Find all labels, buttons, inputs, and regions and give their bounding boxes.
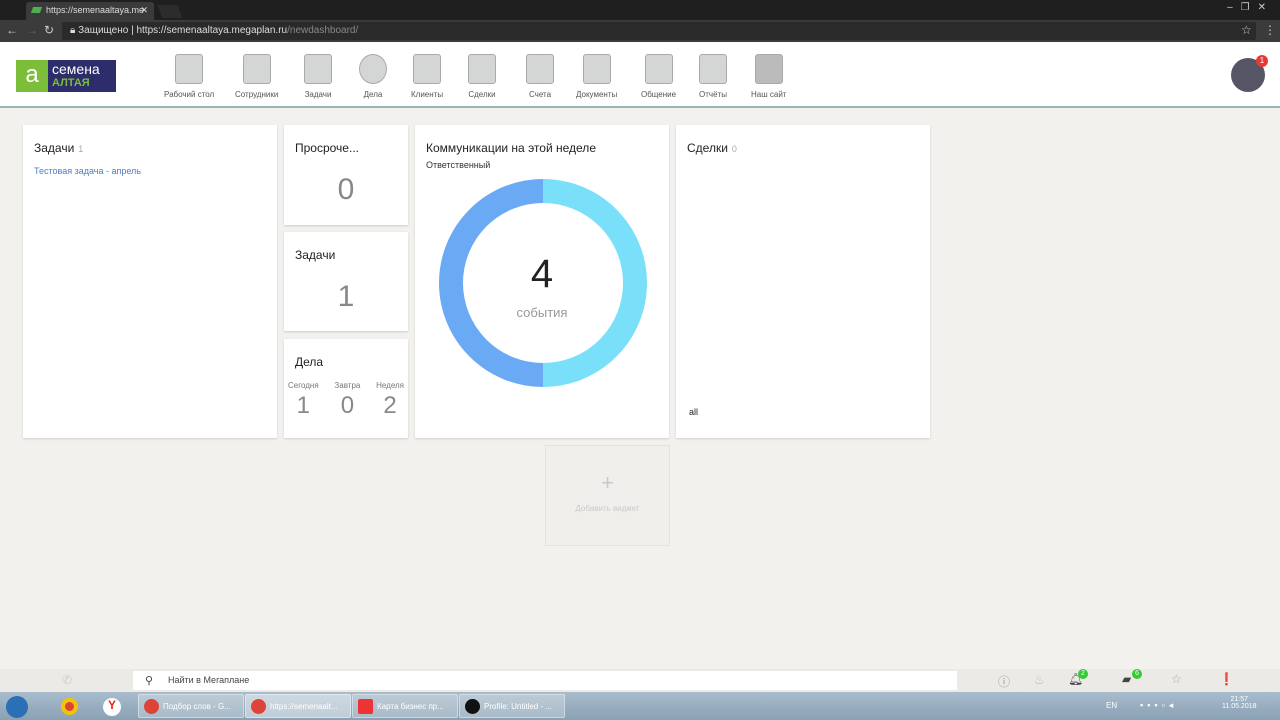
search-icon: ⚲ bbox=[145, 675, 154, 687]
plus-icon: + bbox=[601, 470, 614, 495]
contact-book-icon bbox=[413, 54, 442, 84]
feedback-icon[interactable]: ❗ bbox=[1219, 672, 1234, 686]
browser-tab[interactable]: https://semenaaltaya.me ✕ bbox=[26, 2, 154, 20]
nav-invoices[interactable]: Счета bbox=[526, 54, 554, 99]
phone-icon[interactable]: ✆ bbox=[62, 673, 72, 687]
affairs-today[interactable]: Сегодня 1 bbox=[288, 381, 319, 420]
affairs-tomorrow[interactable]: Завтра 0 bbox=[334, 381, 360, 420]
donut-unit: события bbox=[516, 305, 568, 320]
chart-icon bbox=[699, 54, 727, 84]
windows-taskbar: Y Подбор слов - G... https://semenaalt..… bbox=[0, 692, 1280, 720]
taskbar-item[interactable]: Подбор слов - G... bbox=[138, 694, 244, 718]
url-path: /newdashboard/ bbox=[287, 25, 359, 36]
taskbar-item[interactable]: Карта бизнес пр... bbox=[352, 694, 458, 718]
nav-documents[interactable]: Документы bbox=[576, 54, 617, 99]
nav-communication[interactable]: Общение bbox=[641, 54, 676, 99]
avatar[interactable]: 1 bbox=[1231, 55, 1268, 92]
nav-desktop[interactable]: Рабочий стол bbox=[164, 54, 214, 99]
tab-title: https://semenaaltaya.me bbox=[46, 5, 145, 15]
communications-widget: Коммуникации на этой неделе Ответственны… bbox=[415, 125, 669, 438]
messages-icon[interactable]: ▰ 6 bbox=[1122, 669, 1142, 686]
alert-circle-icon[interactable]: ⓘ bbox=[998, 673, 1010, 690]
secure-label: Защищено bbox=[78, 25, 129, 36]
widget-subtitle: Ответственный bbox=[426, 160, 491, 170]
widget-title: Сделки bbox=[687, 141, 728, 155]
bottom-bar: ✆ ⚲ Найти в Мегаплане ⓘ ♨ 🔔︎ 2 ▰ 6 ☆ ❗ bbox=[0, 669, 1280, 692]
widget-title: Просроче... bbox=[295, 141, 359, 155]
address-bar: ← → ↻ 🔒︎ Защищено | https://semenaaltaya… bbox=[0, 20, 1280, 42]
clock-icon bbox=[359, 54, 387, 84]
taskbar-item[interactable]: Profile: Untitled - ... bbox=[459, 694, 565, 718]
avatar-badge: 1 bbox=[1256, 55, 1268, 67]
affairs-week[interactable]: Неделя 2 bbox=[376, 381, 404, 420]
browser-tab-bar: https://semenaaltaya.me ✕ –❐✕ bbox=[0, 0, 1280, 20]
tray-icons[interactable]: ▪▪▪▫◂ bbox=[1140, 700, 1177, 711]
nav-tasks[interactable]: Задачи bbox=[304, 54, 332, 99]
briefcase-icon bbox=[468, 54, 496, 84]
nav-our-site[interactable]: Наш сайт bbox=[751, 54, 786, 99]
yandex-icon[interactable]: Y bbox=[103, 698, 121, 716]
task-count: 1 bbox=[78, 144, 84, 154]
fire-icon[interactable]: ♨ bbox=[1034, 673, 1045, 687]
reload-icon[interactable]: ↻ bbox=[44, 23, 54, 37]
search-input[interactable]: ⚲ Найти в Мегаплане bbox=[133, 671, 957, 690]
new-tab-button[interactable] bbox=[157, 5, 183, 18]
lock-icon: 🔒︎ bbox=[70, 25, 79, 36]
folder-icon bbox=[582, 54, 611, 84]
nav-affairs[interactable]: Дела bbox=[359, 54, 387, 99]
nav-clients[interactable]: Клиенты bbox=[411, 54, 443, 99]
chrome-icon[interactable] bbox=[61, 698, 78, 715]
close-tab-icon[interactable]: ✕ bbox=[140, 5, 148, 16]
taskbar-item[interactable]: https://semenaalt... bbox=[245, 694, 351, 718]
menu-icon[interactable]: ⋮ bbox=[1264, 23, 1276, 37]
task-link[interactable]: Тестовая задача - апрель bbox=[34, 166, 141, 176]
nav-deals[interactable]: Сделки bbox=[468, 54, 496, 99]
affairs-widget[interactable]: Дела Сегодня 1 Завтра 0 Неделя 2 bbox=[284, 339, 408, 438]
widget-title: Дела bbox=[295, 355, 324, 369]
favicon-icon bbox=[30, 7, 43, 13]
forward-icon[interactable]: → bbox=[26, 23, 38, 37]
overdue-widget[interactable]: Просроче... 0 bbox=[284, 125, 408, 225]
app-header: a семена АЛТАЯ Рабочий стол Сотрудники Зад… bbox=[0, 42, 1280, 108]
nav-employees[interactable]: Сотрудники bbox=[235, 54, 278, 99]
bookmark-star-icon[interactable]: ☆ bbox=[1241, 23, 1252, 37]
nav-reports[interactable]: Отчёты bbox=[699, 54, 727, 99]
star-icon[interactable]: ☆ bbox=[1171, 672, 1182, 686]
deals-filter-all[interactable]: all bbox=[689, 407, 698, 417]
language-indicator[interactable]: EN bbox=[1106, 701, 1117, 710]
invoice-icon bbox=[526, 54, 554, 84]
deals-widget: Сделки 0 all bbox=[676, 125, 930, 438]
employees-icon bbox=[242, 54, 271, 84]
back-icon[interactable]: ← bbox=[6, 23, 18, 37]
site-logo-icon bbox=[754, 54, 783, 84]
tasks-count-widget[interactable]: Задачи 1 bbox=[284, 232, 408, 331]
widget-title: Задачи bbox=[34, 141, 75, 155]
url-input[interactable]: 🔒︎ Защищено | https://semenaaltaya.megap… bbox=[62, 22, 1256, 40]
url-host: https://semenaaltaya.megaplan.ru bbox=[136, 25, 288, 36]
tasks-value: 1 bbox=[337, 280, 355, 313]
add-widget-label: Добавить виджет bbox=[575, 504, 640, 513]
clock[interactable]: 21:57 11.05.2018 bbox=[1222, 696, 1257, 710]
deals-count: 0 bbox=[731, 144, 737, 154]
widget-title: Коммуникации на этой неделе bbox=[426, 141, 596, 155]
widget-title: Задачи bbox=[295, 248, 336, 262]
window-controls[interactable]: –❐✕ bbox=[1227, 2, 1274, 13]
add-widget-button[interactable]: + Добавить виджет bbox=[545, 445, 670, 546]
donut-total: 4 bbox=[530, 252, 554, 296]
start-button[interactable] bbox=[6, 696, 28, 718]
logo[interactable]: a семена АЛТАЯ bbox=[16, 60, 116, 92]
desktop-icon bbox=[175, 54, 204, 84]
clipboard-check-icon bbox=[304, 54, 332, 84]
bell-icon[interactable]: 🔔︎ 2 bbox=[1068, 669, 1088, 686]
overdue-value: 0 bbox=[337, 173, 355, 206]
tasks-widget: Задачи 1 Тестовая задача - апрель bbox=[23, 125, 277, 438]
chat-icon bbox=[644, 54, 673, 84]
